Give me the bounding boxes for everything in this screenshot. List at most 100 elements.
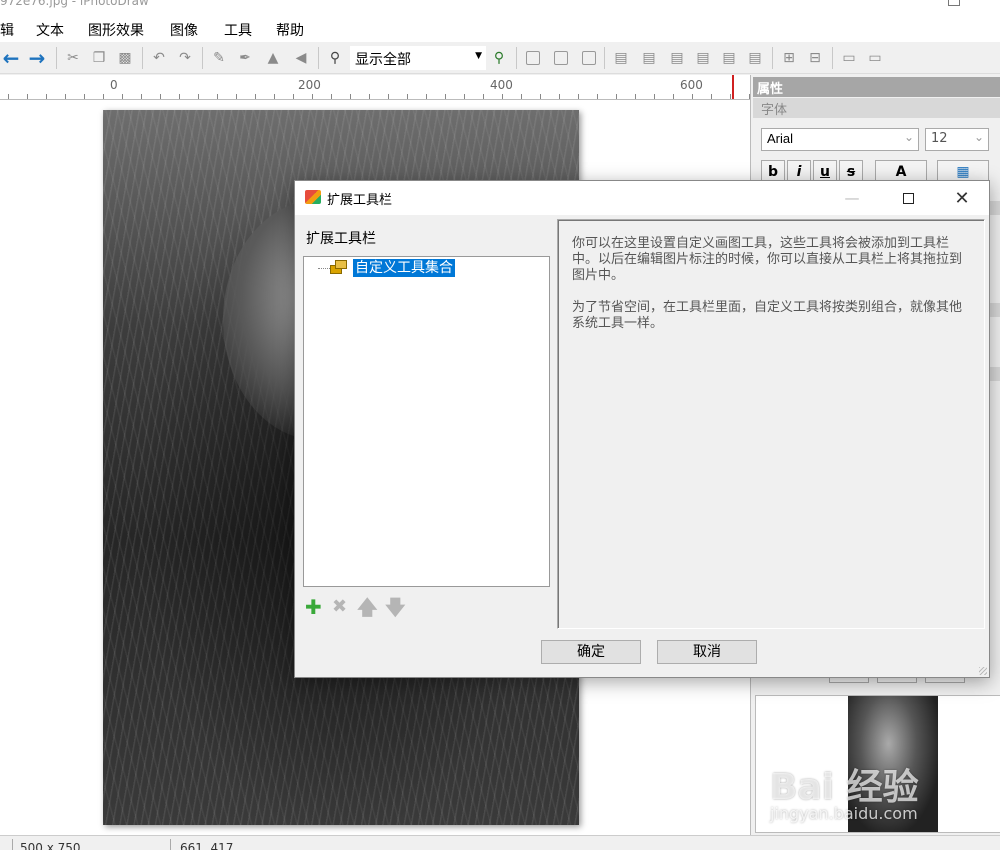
align-bottom-icon[interactable]: ▤ — [746, 49, 764, 67]
watermark-logo: Bai 经验 — [770, 767, 919, 808]
align-middle-icon[interactable]: ▤ — [720, 49, 738, 67]
dialog-title: 扩展工具栏 — [327, 193, 393, 208]
menu-text[interactable]: 文本 — [36, 20, 64, 40]
ruler-tick — [388, 94, 389, 99]
font-family-select[interactable]: Arial ⌄ — [761, 128, 919, 151]
ruler-tick — [502, 94, 503, 99]
ruler-tick — [730, 94, 731, 99]
ok-button[interactable]: 确定 — [541, 640, 641, 664]
tree-section-label: 扩展工具栏 — [306, 231, 376, 247]
menu-help[interactable]: 帮助 — [276, 20, 304, 40]
ruler-tick — [597, 94, 598, 99]
ruler-tick — [521, 94, 522, 99]
thumbnail-preview[interactable]: Bai 经验 jingyan.baidu.com — [755, 695, 1000, 833]
move-up-icon[interactable]: 🡅 — [357, 597, 378, 617]
font-family-value: Arial — [767, 131, 794, 146]
undo-icon[interactable]: ↶ — [150, 49, 168, 67]
window-title: 972e76.jpg - iPhotoDraw — [0, 0, 149, 8]
menu-image[interactable]: 图像 — [170, 20, 198, 40]
description-paragraph: 你可以在这里设置自定义画图工具，这些工具将会被添加到工具栏中。以后在编辑图片标注… — [572, 236, 963, 283]
toolset-tree[interactable]: 自定义工具集合 — [303, 256, 550, 587]
horizontal-ruler: 0 200 400 600 — [0, 75, 750, 100]
fit-height-icon[interactable] — [552, 49, 570, 67]
ruler-tick — [635, 94, 636, 99]
ruler-tick — [293, 94, 294, 99]
font-size-value: 12 — [931, 131, 948, 146]
cursor-coords-status: 661, 417 — [180, 841, 234, 850]
ruler-tick — [559, 94, 560, 99]
menu-effects[interactable]: 图形效果 — [88, 20, 144, 40]
ruler-cursor-marker — [732, 75, 734, 99]
cancel-button[interactable]: 取消 — [657, 640, 757, 664]
app-titlebar: 972e76.jpg - iPhotoDraw — [0, 0, 1000, 16]
ruler-tick — [141, 94, 142, 99]
copy-icon[interactable]: ❐ — [90, 49, 108, 67]
bring-front-icon[interactable]: ▭ — [840, 49, 858, 67]
fit-width-icon[interactable] — [524, 49, 542, 67]
cut-icon[interactable]: ✂ — [64, 49, 82, 67]
flip-icon[interactable]: ▲ — [264, 49, 282, 67]
ruler-tick — [331, 94, 332, 99]
toolbar-separator — [516, 47, 517, 69]
back-arrow-icon[interactable]: ← — [2, 46, 20, 70]
brush-icon[interactable]: ✒ — [236, 49, 254, 67]
move-down-icon[interactable]: 🡇 — [385, 597, 406, 617]
maximize-icon[interactable] — [885, 181, 931, 215]
align-top-icon[interactable]: ▤ — [694, 49, 712, 67]
grid-icon[interactable]: ⊞ — [780, 49, 798, 67]
ruler-tick — [255, 94, 256, 99]
align-left-icon[interactable]: ▤ — [612, 49, 630, 67]
extend-toolbar-dialog: 扩展工具栏 — ✕ 扩展工具栏 自定义工具集合 ✚ ✖ 🡅 🡇 你可以在这里设置… — [294, 180, 990, 678]
zoom-out-icon[interactable]: ⚲ — [326, 49, 344, 67]
align-center-icon[interactable]: ▤ — [640, 49, 658, 67]
ruler-tick — [8, 94, 9, 99]
panel-header: 属性 — [753, 77, 1000, 97]
toolbar-separator — [56, 47, 57, 69]
font-size-select[interactable]: 12 ⌄ — [925, 128, 989, 151]
restore-icon[interactable] — [948, 0, 960, 6]
watermark-url: jingyan.baidu.com — [770, 804, 918, 823]
ruler-tick — [217, 94, 218, 99]
delete-icon[interactable]: ✖ — [332, 597, 347, 617]
ruler-tick — [160, 94, 161, 99]
menu-edit[interactable]: 辑 — [0, 20, 14, 40]
font-section-header: 字体 — [753, 98, 1000, 118]
main-toolbar: ← → ✂ ❐ ▩ ↶ ↷ ✎ ✒ ▲ ◀ ⚲ 显示全部 ▼ ⚲ ▤ ▤ ▤ ▤… — [0, 42, 1000, 74]
zoom-in-icon[interactable]: ⚲ — [490, 49, 508, 67]
zoom-select[interactable]: 显示全部 ▼ — [350, 46, 486, 70]
ruler-tick — [198, 94, 199, 99]
distribute-icon[interactable]: ⊟ — [806, 49, 824, 67]
ruler-tick — [274, 94, 275, 99]
dialog-titlebar: 扩展工具栏 — ✕ — [295, 181, 989, 215]
close-icon[interactable]: ✕ — [939, 181, 985, 215]
toolbar-separator — [772, 47, 773, 69]
forward-arrow-icon[interactable]: → — [28, 46, 46, 70]
minimize-icon[interactable]: — — [829, 181, 875, 215]
tree-item-custom-tools[interactable]: 自定义工具集合 — [353, 259, 455, 277]
ruler-tick — [46, 94, 47, 99]
toolbar-separator — [318, 47, 319, 69]
ruler-tick — [27, 94, 28, 99]
edit-icon[interactable]: ✎ — [210, 49, 228, 67]
menu-bar: 辑 文本 图形效果 图像 工具 帮助 — [0, 16, 1000, 42]
app-icon — [305, 190, 321, 204]
align-right-icon[interactable]: ▤ — [668, 49, 686, 67]
menu-tools[interactable]: 工具 — [224, 20, 252, 40]
add-icon[interactable]: ✚ — [305, 597, 322, 617]
redo-icon[interactable]: ↷ — [176, 49, 194, 67]
ruler-tick — [464, 94, 465, 99]
send-back-icon[interactable]: ▭ — [866, 49, 884, 67]
paste-icon[interactable]: ▩ — [116, 49, 134, 67]
description-paragraph: 为了节省空间，在工具栏里面，自定义工具将按类别组合，就像其他系统工具一样。 — [572, 300, 963, 331]
ruler-tick — [711, 94, 712, 99]
ruler-tick — [103, 94, 104, 99]
ruler-label: 0 — [110, 78, 118, 92]
ruler-tick — [578, 94, 579, 99]
status-separator — [12, 839, 13, 850]
resize-grip-icon[interactable] — [979, 667, 987, 675]
fit-page-icon[interactable] — [580, 49, 598, 67]
rotate-icon[interactable]: ◀ — [292, 49, 310, 67]
ruler-tick — [540, 94, 541, 99]
ruler-tick — [236, 94, 237, 99]
tree-actions: ✚ ✖ 🡅 🡇 — [305, 597, 425, 619]
